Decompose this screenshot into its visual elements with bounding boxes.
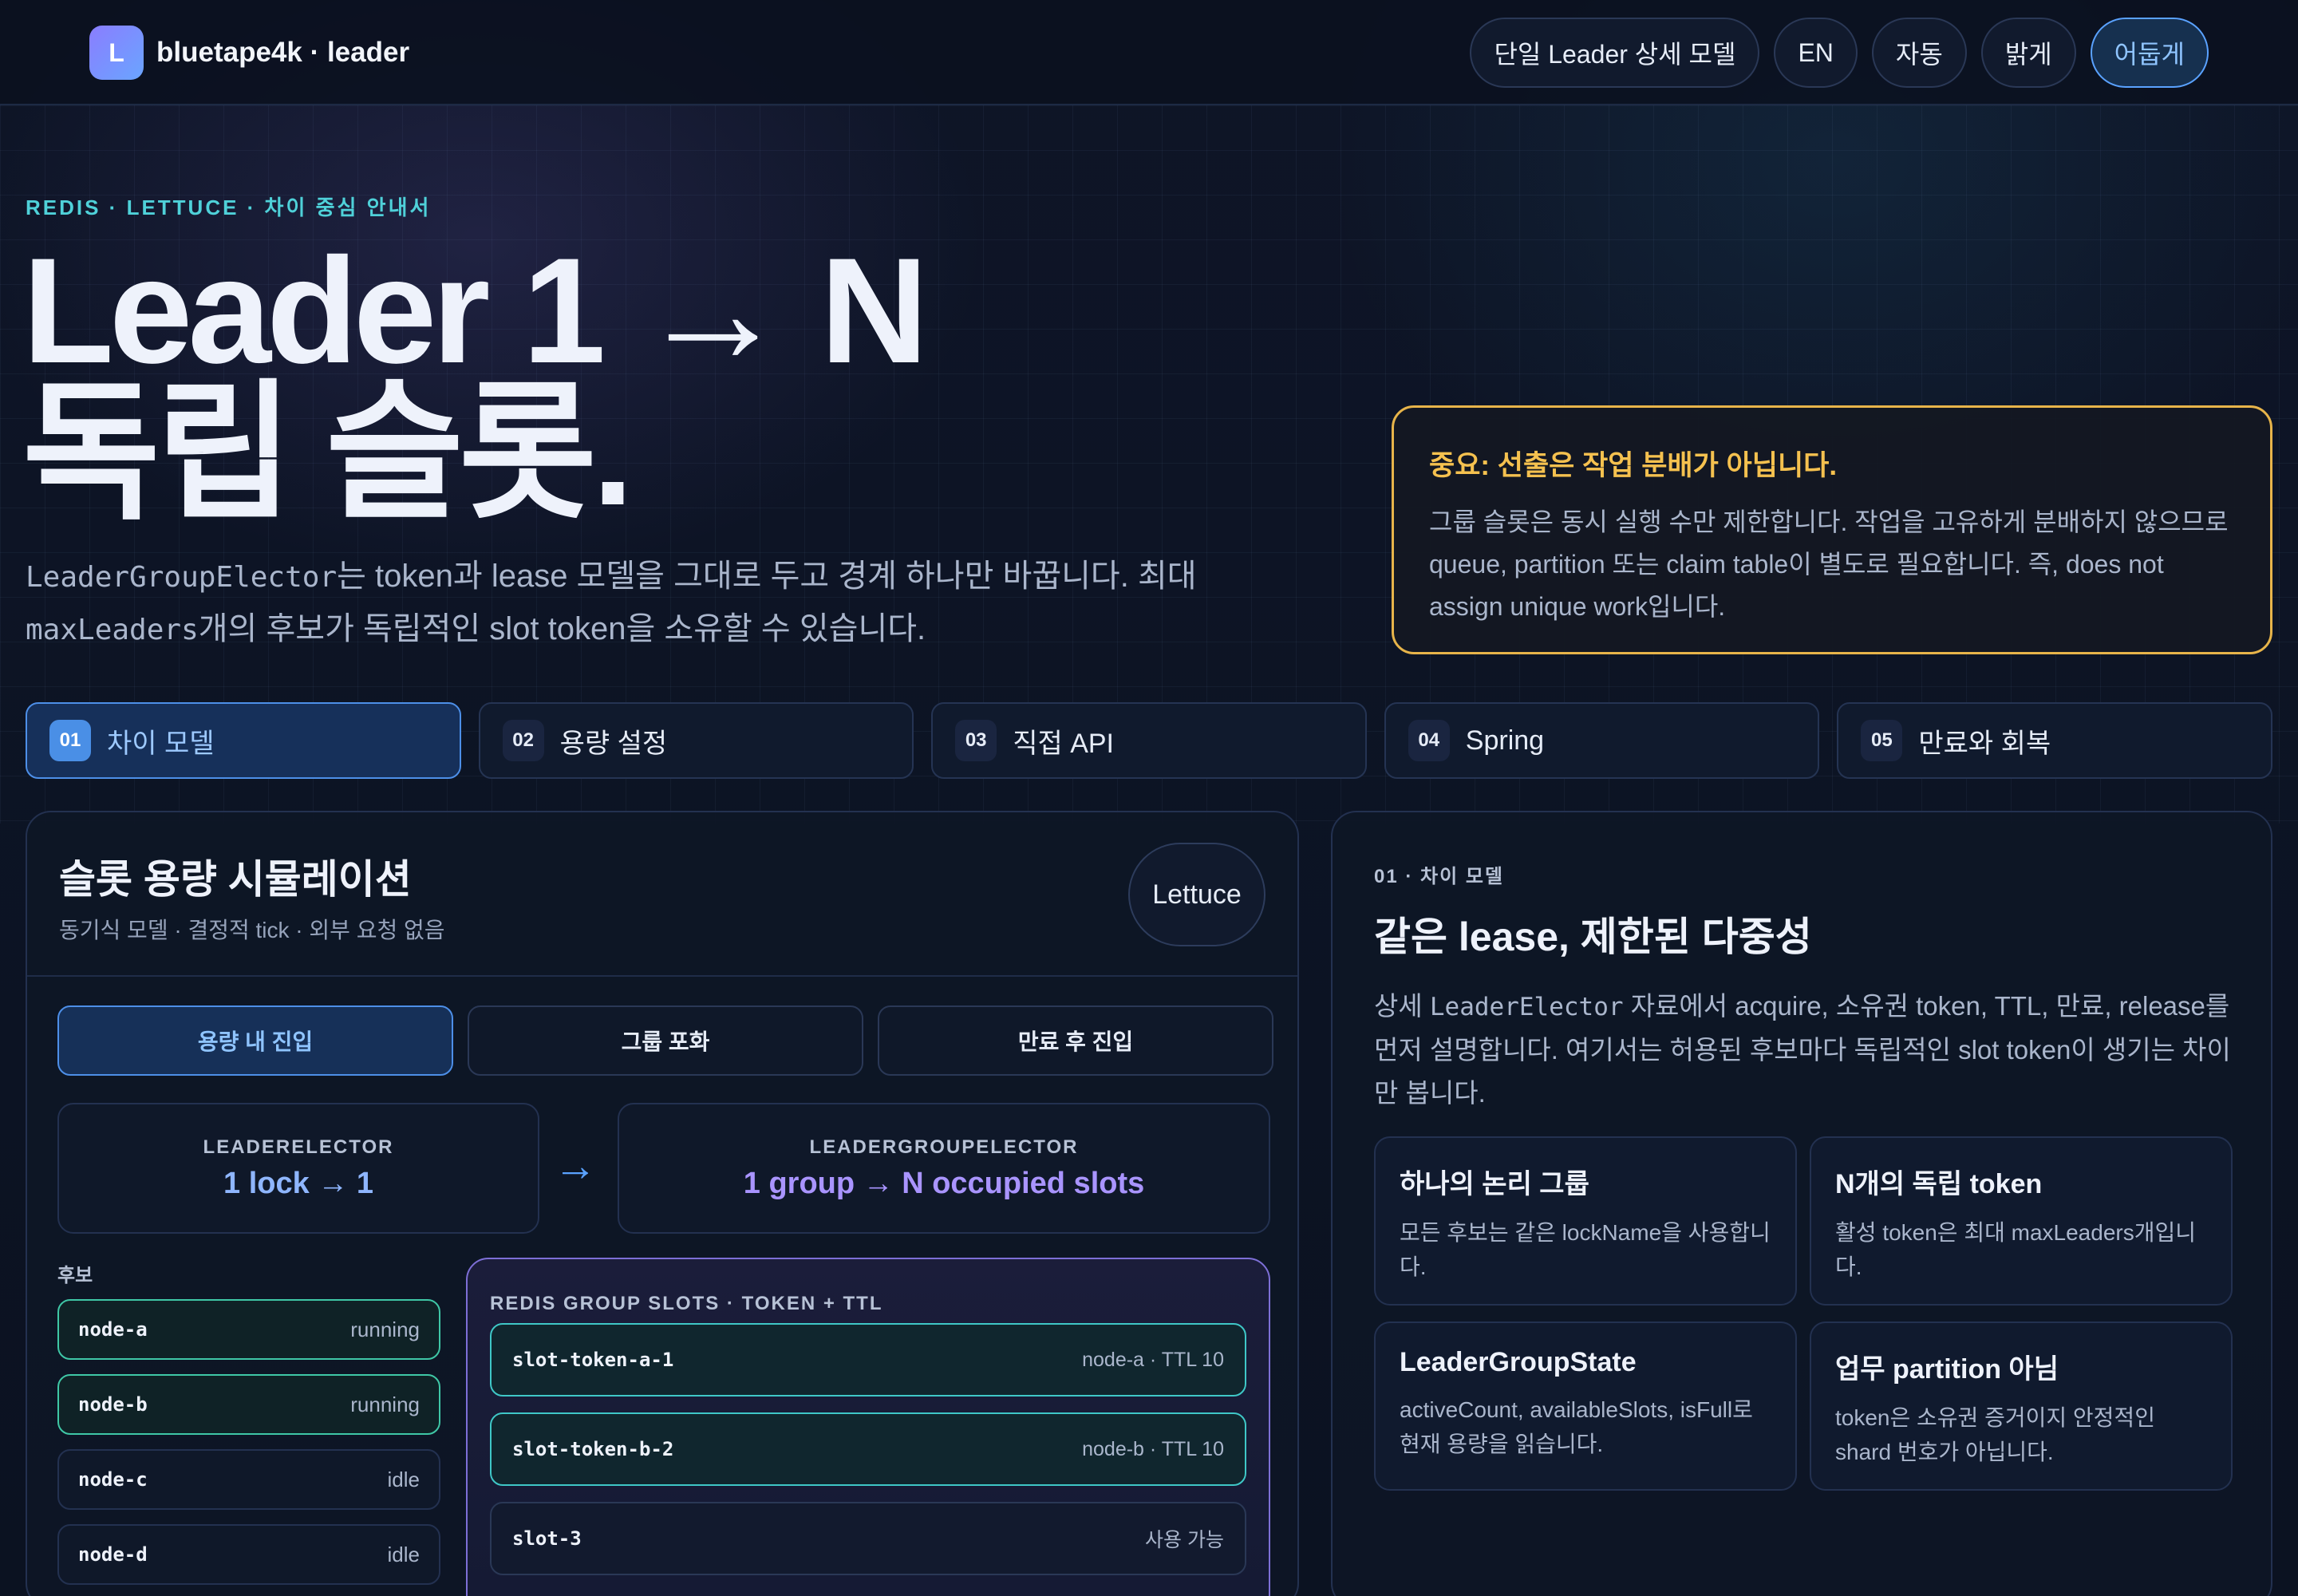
theme-dark-button[interactable]: 어둡게 — [2090, 18, 2209, 88]
section-tabs: 01 차이 모델 02 용량 설정 03 직접 API 04 Spring 05… — [26, 702, 2272, 779]
lettuce-badge[interactable]: Lettuce — [1128, 843, 1265, 946]
slot-meta: 사용 가능 — [1145, 1529, 1224, 1551]
slot-row[interactable]: slot-token-a-1 node-a · TTL 10 — [490, 1323, 1246, 1396]
candidate-node-c[interactable]: node-c idle — [57, 1449, 440, 1510]
tab-label: Spring — [1465, 725, 1545, 756]
compare-left-key: LEADERELECTOR — [203, 1136, 394, 1158]
leader-group-elector-box: LEADERGROUPELECTOR 1 group → N occupied … — [618, 1103, 1270, 1234]
panel-divider — [27, 975, 1297, 977]
slot-name: slot-3 — [512, 1527, 582, 1550]
slot-name: slot-token-a-1 — [512, 1349, 674, 1371]
compare-right-value: 1 group → N occupied slots — [743, 1166, 1145, 1200]
hero-description-text-2: 개의 후보가 독립적인 slot token을 소유할 수 있습니다. — [198, 611, 926, 646]
tab-direct-api[interactable]: 03 직접 API — [931, 702, 1367, 779]
card-n-independent-tokens: N개의 독립 token 활성 token은 최대 maxLeaders개입니다… — [1810, 1136, 2233, 1306]
candidate-status: idle — [387, 1542, 420, 1566]
slot-row[interactable]: slot-token-b-2 node-b · TTL 10 — [490, 1412, 1246, 1486]
card-leader-group-state: LeaderGroupState activeCount, availableS… — [1374, 1321, 1797, 1491]
code-leader-group-elector: LeaderGroupElector — [26, 561, 338, 594]
code-leader-elector: LeaderElector — [1429, 993, 1624, 1021]
language-en-button[interactable]: EN — [1774, 18, 1858, 88]
slots-title: REDIS GROUP SLOTS · TOKEN + TTL — [490, 1293, 883, 1314]
hero-title-line-1: Leader 1 → N — [22, 227, 929, 394]
simulation-subtitle: 동기식 모델 · 결정적 tick · 외부 요청 없음 — [59, 918, 445, 942]
hero-description-text-1: 는 token과 lease 모델을 그대로 두고 경계 하나만 바꿉니다. 최… — [337, 559, 1197, 594]
slot-row[interactable]: slot-3 사용 가능 — [490, 1502, 1246, 1575]
detail-body-pre: 상세 — [1374, 991, 1430, 1021]
candidate-node-b[interactable]: node-b running — [57, 1374, 440, 1435]
candidate-name: node-a — [78, 1318, 148, 1341]
card-body: activeCount, availableSlots, isFull로 현재 … — [1400, 1397, 1753, 1456]
leader-elector-box: LEADERELECTOR 1 lock → 1 — [57, 1103, 539, 1234]
tab-label: 차이 모델 — [107, 728, 215, 759]
callout-title: 중요: 선출은 작업 분배가 아닙니다. — [1429, 450, 1838, 481]
callout-body: 그룹 슬롯은 동시 실행 수만 제한합니다. 작업을 고유하게 분배하지 않으므… — [1429, 508, 2229, 621]
scenario-group-full-button[interactable]: 그룹 포화 — [468, 1005, 863, 1076]
hero-title-line-2: 독립 슬롯. — [22, 369, 634, 536]
candidate-node-d[interactable]: node-d idle — [57, 1524, 440, 1585]
candidate-status: idle — [387, 1467, 420, 1491]
hero-title: Leader 1 → N 독립 슬롯. — [22, 227, 929, 536]
top-nav: 단일 Leader 상세 모델 EN 자동 밝게 어둡게 — [1470, 18, 2209, 88]
tab-label: 직접 API — [1013, 728, 1114, 759]
important-callout: 중요: 선출은 작업 분배가 아닙니다. 그룹 슬롯은 동시 실행 수만 제한합… — [1392, 405, 2272, 654]
tab-number: 04 — [1408, 720, 1450, 761]
candidate-name: node-c — [78, 1468, 148, 1491]
hero-eyebrow: REDIS · LETTUCE · 차이 중심 안내서 — [26, 196, 432, 219]
compare-right-key: LEADERGROUPELECTOR — [809, 1136, 1079, 1158]
candidate-node-a[interactable]: node-a running — [57, 1299, 440, 1360]
slot-meta: node-b · TTL 10 — [1082, 1437, 1224, 1460]
theme-light-button[interactable]: 밝게 — [1980, 18, 2076, 88]
tab-number: 05 — [1861, 720, 1903, 761]
card-title: 하나의 논리 그룹 — [1400, 1169, 1589, 1199]
candidate-name: node-b — [78, 1393, 148, 1416]
tab-label: 용량 설정 — [559, 728, 668, 759]
candidate-status: running — [350, 1317, 420, 1341]
scenario-within-capacity-button[interactable]: 용량 내 진입 — [57, 1005, 453, 1076]
tab-label: 만료와 회복 — [1918, 728, 2051, 759]
brand-name[interactable]: bluetape4k · leader — [156, 32, 409, 73]
tab-expiry-recovery[interactable]: 05 만료와 회복 — [1837, 702, 2272, 779]
tab-number: 03 — [955, 720, 997, 761]
candidate-status: running — [350, 1392, 420, 1416]
detail-eyebrow: 01 · 차이 모델 — [1374, 866, 1505, 887]
tab-number: 01 — [49, 720, 91, 761]
candidates-label: 후보 — [57, 1265, 93, 1286]
hero-description: LeaderGroupElector는 token과 lease 모델을 그대로… — [26, 551, 1254, 656]
slot-simulation-panel: 슬롯 용량 시뮬레이션 동기식 모델 · 결정적 tick · 외부 요청 없음… — [26, 811, 1299, 1596]
tab-spring[interactable]: 04 Spring — [1384, 702, 1820, 779]
detail-body: 상세 LeaderElector 자료에서 acquire, 소유권 token… — [1374, 985, 2244, 1115]
slot-name: slot-token-b-2 — [512, 1438, 674, 1460]
card-title: 업무 partition 아님 — [1835, 1354, 2059, 1385]
difference-model-panel: 01 · 차이 모델 같은 lease, 제한된 다중성 상세 LeaderEl… — [1331, 811, 2272, 1596]
card-body: token은 소유권 증거이지 안정적인 shard 번호가 아닙니다. — [1835, 1405, 2155, 1464]
tab-difference-model[interactable]: 01 차이 모델 — [26, 702, 461, 779]
scenario-after-expiry-button[interactable]: 만료 후 진입 — [878, 1005, 1273, 1076]
theme-auto-button[interactable]: 자동 — [1871, 18, 1967, 88]
code-max-leaders: maxLeaders — [26, 614, 199, 646]
card-single-logical-group: 하나의 논리 그룹 모든 후보는 같은 lockName을 사용합니다. — [1374, 1136, 1797, 1306]
simulation-title: 슬롯 용량 시뮬레이션 — [59, 857, 412, 902]
candidate-name: node-d — [78, 1543, 148, 1566]
arrow-right-icon: → — [554, 1142, 597, 1190]
detail-title: 같은 lease, 제한된 다중성 — [1374, 915, 1812, 959]
nav-single-leader-model-button[interactable]: 단일 Leader 상세 모델 — [1470, 18, 1760, 88]
scenario-selector: 용량 내 진입 그룹 포화 만료 후 진입 — [57, 1005, 1273, 1076]
tab-capacity-settings[interactable]: 02 용량 설정 — [478, 702, 914, 779]
logo-icon[interactable]: L — [89, 26, 144, 80]
card-not-work-partition: 업무 partition 아님 token은 소유권 증거이지 안정적인 sha… — [1810, 1321, 2233, 1491]
card-body: 활성 token은 최대 maxLeaders개입니다. — [1835, 1220, 2196, 1279]
slot-meta: node-a · TTL 10 — [1082, 1348, 1224, 1371]
card-title: LeaderGroupState — [1400, 1347, 1637, 1377]
card-title: N개의 독립 token — [1835, 1169, 2043, 1199]
card-body: 모든 후보는 같은 lockName을 사용합니다. — [1400, 1220, 1771, 1279]
top-bar: L bluetape4k · leader 단일 Leader 상세 모델 EN… — [0, 0, 2298, 105]
redis-group-slots: REDIS GROUP SLOTS · TOKEN + TTL slot-tok… — [466, 1258, 1270, 1596]
compare-left-value: 1 lock → 1 — [223, 1166, 373, 1200]
tab-number: 02 — [502, 720, 544, 761]
